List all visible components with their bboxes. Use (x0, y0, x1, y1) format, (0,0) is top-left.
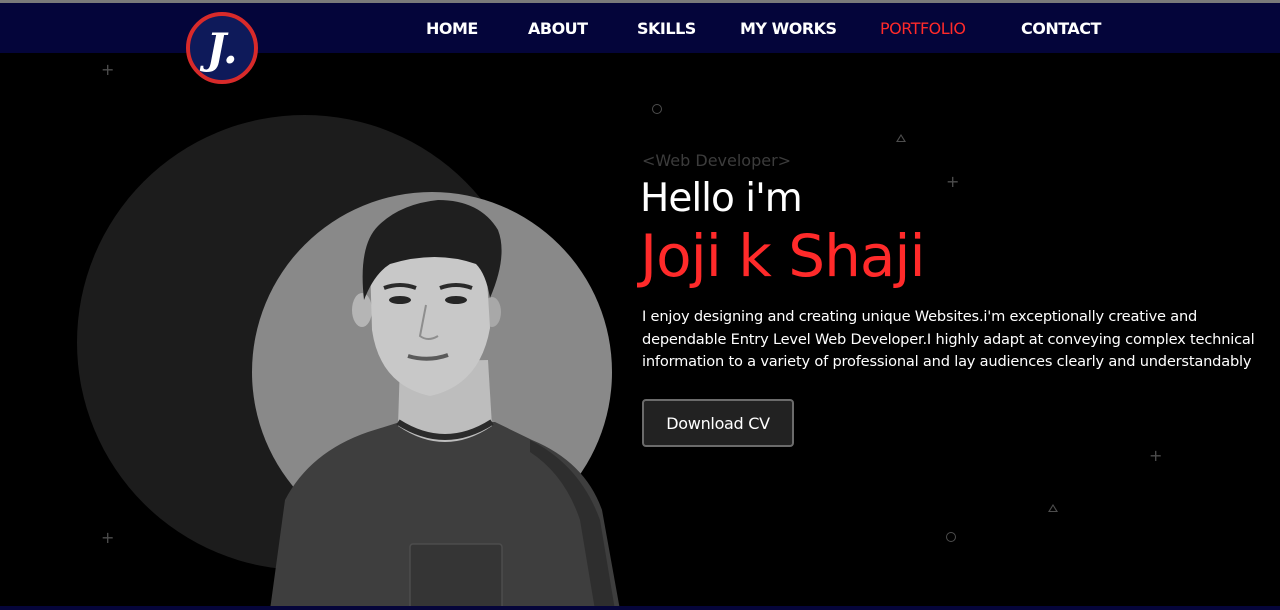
hero-greeting: Hello i'm (640, 176, 803, 221)
triangle-decor-icon (896, 134, 906, 142)
nav-contact[interactable]: CONTACT (1021, 3, 1101, 53)
download-cv-button[interactable]: Download CV (642, 399, 794, 447)
nav-home[interactable]: HOME (426, 3, 478, 53)
hero-name: Joji k Shaji (640, 222, 926, 290)
plus-decor-icon: + (101, 60, 115, 79)
plus-decor-icon: + (101, 528, 115, 547)
ring-decor-icon (652, 104, 662, 114)
nav-about[interactable]: ABOUT (528, 3, 588, 53)
plus-decor-icon: + (1149, 446, 1163, 465)
nav-skills[interactable]: SKILLS (637, 3, 696, 53)
profile-photo (270, 200, 620, 610)
bottom-border (0, 606, 1280, 610)
hero-bio: I enjoy designing and creating unique We… (642, 308, 1255, 370)
ring-decor-icon (946, 532, 956, 542)
triangle-decor-icon (1048, 504, 1058, 512)
logo[interactable]: J. (186, 12, 258, 84)
hero-subtitle: <Web Developer> (642, 151, 792, 170)
nav-my-works[interactable]: MY WORKS (740, 3, 837, 53)
logo-letter: J. (206, 23, 238, 73)
plus-decor-icon: + (946, 172, 960, 191)
nav-portfolio[interactable]: PORTFOLIO (880, 3, 966, 53)
